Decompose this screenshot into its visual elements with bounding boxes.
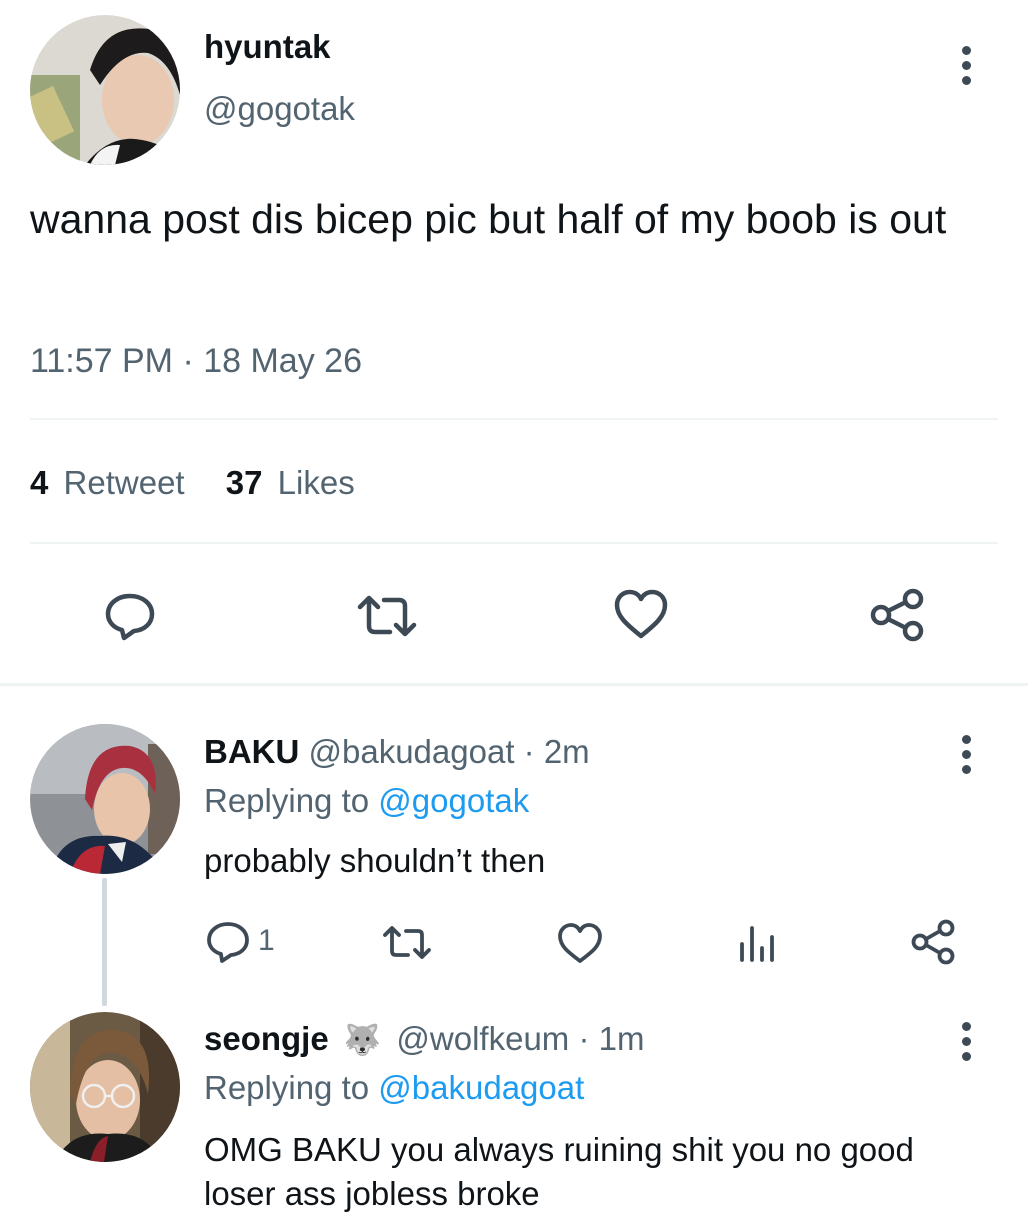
avatar-hyuntak[interactable] (30, 15, 180, 165)
reply1-handle[interactable]: @bakudagoat (309, 733, 515, 770)
wolf-emoji-icon: 🐺 (343, 1024, 382, 1057)
reply1-time: · 2m (514, 733, 590, 770)
thread-connector (102, 878, 107, 1006)
reply2-time: · 1m (569, 1020, 645, 1057)
retweet-label[interactable]: Retweet (64, 464, 185, 501)
section-divider (0, 683, 1028, 686)
reply1-replying-handle[interactable]: @gogotak (378, 782, 529, 819)
share-nodes-icon[interactable] (868, 586, 928, 646)
avatar-seongje[interactable] (30, 1012, 180, 1162)
like-label[interactable]: Likes (278, 464, 355, 501)
reply1-display-name[interactable]: BAKU (204, 733, 299, 770)
main-timestamp[interactable]: 11:57 PM · 18 May 26 (30, 342, 362, 381)
engagement-stats: 4 Retweet 37 Likes (30, 464, 355, 502)
reply2-replying-label: Replying to (204, 1069, 370, 1106)
reply-bubble-icon[interactable] (102, 588, 158, 644)
reply1-text: probably shouldn’t then (204, 842, 546, 879)
reply2-display-name[interactable]: seongje (204, 1020, 329, 1057)
reply2-more-options-icon[interactable] (960, 1022, 972, 1061)
reply2-header: seongje 🐺 @wolfkeum · 1m (204, 1020, 644, 1058)
divider-2 (30, 542, 998, 544)
main-handle[interactable]: @gogotak (204, 90, 355, 128)
main-display-name[interactable]: hyuntak (204, 28, 331, 66)
reply1-more-options-icon[interactable] (960, 735, 972, 774)
like-count[interactable]: 37 (226, 464, 263, 501)
more-options-icon[interactable] (960, 46, 972, 85)
reply1-retweet-icon[interactable] (380, 922, 434, 964)
reply1-header: BAKU @bakudagoat · 2m (204, 733, 590, 771)
divider-1 (30, 418, 998, 420)
reply2-handle[interactable]: @wolfkeum (396, 1020, 569, 1057)
reply2-replying-handle[interactable]: @bakudagoat (378, 1069, 584, 1106)
retweet-count[interactable]: 4 (30, 464, 48, 501)
reply1-heart-icon[interactable] (556, 920, 604, 966)
reply2-text: OMG BAKU you always ruining shit you no … (204, 1131, 914, 1212)
retweet-arrows-icon[interactable] (352, 590, 422, 642)
reply2-replying-to: Replying to @bakudagoat (204, 1069, 584, 1107)
reply1-share-icon[interactable] (910, 918, 958, 966)
heart-icon[interactable] (612, 586, 670, 642)
main-tweet-text: wanna post dis bicep pic but half of my … (30, 196, 947, 242)
avatar-baku[interactable] (30, 724, 180, 874)
reply1-reply-icon[interactable] (206, 920, 252, 964)
reply1-bar-chart-icon[interactable] (736, 922, 778, 964)
reply1-reply-count[interactable]: 1 (258, 924, 275, 958)
reply1-replying-label: Replying to (204, 782, 370, 819)
reply1-replying-to: Replying to @gogotak (204, 782, 529, 820)
